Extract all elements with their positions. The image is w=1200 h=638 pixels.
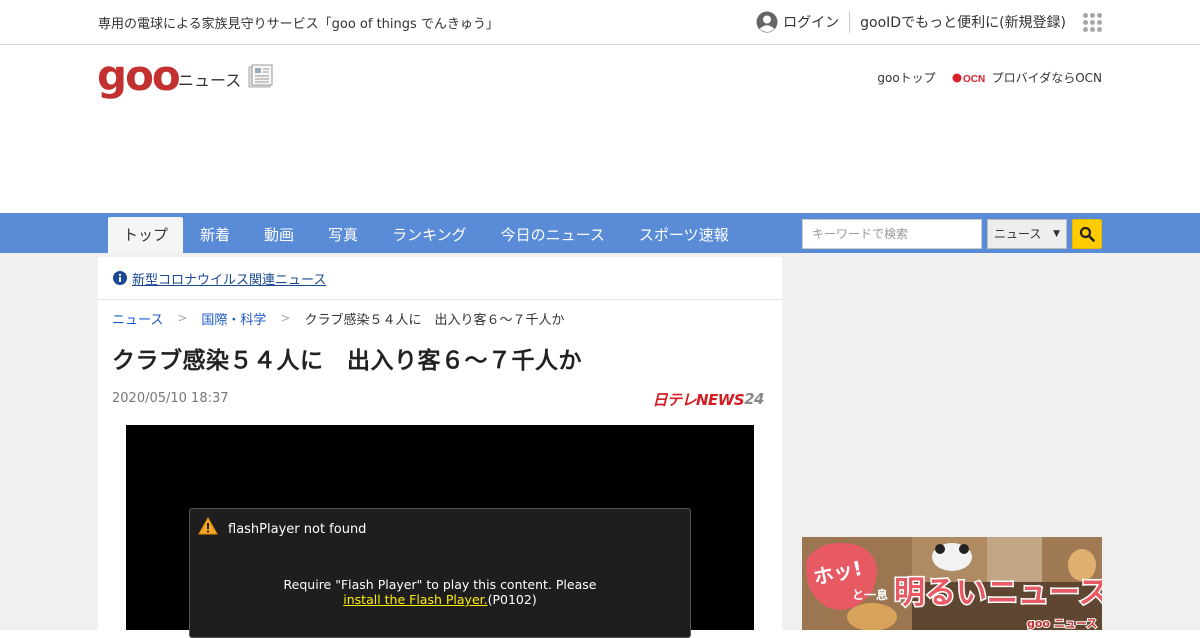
flash-error-message: Require "Flash Player" to play this cont…	[190, 577, 690, 607]
search-button[interactable]	[1072, 219, 1102, 249]
article-meta: 2020/05/10 18:37 日テレNEWS 24	[98, 387, 782, 427]
tab-today[interactable]: 今日のニュース	[484, 217, 622, 253]
breadcrumb-separator: >	[280, 311, 291, 325]
svg-text:OCN: OCN	[963, 74, 985, 85]
goo-logo[interactable]: goo	[97, 55, 181, 97]
info-icon	[113, 271, 127, 285]
main-nav: トップ 新着 動画 写真 ランキング 今日のニュース スポーツ速報 ニュース ▼	[0, 213, 1200, 253]
goo-top-link[interactable]: gooトップ	[877, 69, 935, 86]
article-title: クラブ感染５４人に 出入り客６～７千人か	[112, 348, 582, 374]
bright-news-banner-image: ホッ! と一息 明るいニュース goo ニュース	[802, 537, 1102, 630]
breadcrumb-separator: >	[177, 311, 188, 325]
flash-error-dialog: flashPlayer not found Require "Flash Pla…	[189, 508, 691, 638]
flash-error-title: flashPlayer not found	[228, 522, 367, 537]
account-area: ログイン gooIDでもっと便利に(新規登録)	[756, 9, 1102, 35]
tab-photo[interactable]: 写真	[311, 217, 375, 253]
source-logo[interactable]: 日テレNEWS 24	[652, 390, 764, 409]
login-button[interactable]: ログイン	[756, 11, 851, 33]
source-logo-main: 日テレNEWS	[652, 390, 745, 409]
register-link[interactable]: gooIDでもっと便利に(新規登録)	[850, 12, 1066, 32]
flash-error-code: (P0102)	[487, 592, 537, 607]
warning-icon	[198, 517, 218, 535]
search-scope-label: ニュース	[994, 227, 1042, 241]
breadcrumb-news[interactable]: ニュース	[112, 309, 163, 328]
corona-news-link[interactable]: 新型コロナウイルス関連ニュース	[132, 269, 326, 288]
svg-text:明るいニュース: 明るいニュース	[894, 575, 1102, 611]
install-flash-link[interactable]: install the Flash Player.	[343, 592, 487, 607]
tab-video[interactable]: 動画	[247, 217, 311, 253]
search-scope-select[interactable]: ニュース ▼	[987, 219, 1067, 249]
top-bar: 専用の電球による家族見守りサービス「goo of things でんきゅう」 ロ…	[0, 0, 1200, 45]
svg-text:と一息: と一息	[852, 587, 888, 602]
ocn-logo-icon: OCN	[952, 73, 985, 85]
header-links: gooトップ OCN プロバイダならOCN	[877, 69, 1102, 86]
promo-link[interactable]: 専用の電球による家族見守りサービス「goo of things でんきゅう」	[98, 13, 499, 32]
svg-text:goo ニュース: goo ニュース	[1027, 617, 1097, 630]
breadcrumb-category[interactable]: 国際・科学	[201, 309, 266, 328]
flash-error-line: Require "Flash Player" to play this cont…	[283, 577, 597, 592]
ad-space	[802, 269, 1102, 519]
newspaper-icon	[248, 64, 273, 88]
article-panel: 新型コロナウイルス関連ニュース ニュース > 国際・科学 > クラブ感染５４人に…	[98, 257, 782, 638]
source-logo-num: 24	[744, 390, 764, 408]
bright-news-banner[interactable]: ホッ! と一息 明るいニュース goo ニュース	[802, 537, 1102, 630]
user-icon	[756, 11, 778, 33]
search-icon	[1079, 226, 1095, 242]
breadcrumb-current: クラブ感染５４人に 出入り客６～７千人か	[304, 312, 565, 328]
search-input[interactable]	[802, 219, 982, 249]
breadcrumb: ニュース > 国際・科学 > クラブ感染５４人に 出入り客６～７千人か	[98, 300, 782, 336]
nav-tabs: トップ 新着 動画 写真 ランキング 今日のニュース スポーツ速報	[108, 217, 746, 253]
apps-grid-icon[interactable]	[1083, 12, 1102, 32]
caret-down-icon: ▼	[1053, 229, 1060, 239]
tab-top[interactable]: トップ	[108, 217, 184, 253]
tab-sports[interactable]: スポーツ速報	[622, 217, 746, 253]
ocn-link[interactable]: プロバイダならOCN	[992, 69, 1102, 86]
video-player[interactable]: flashPlayer not found Require "Flash Pla…	[126, 425, 754, 638]
login-label: ログイン	[783, 15, 840, 31]
publish-date: 2020/05/10 18:37	[112, 391, 229, 406]
news-section-title[interactable]: ニュース	[178, 67, 241, 91]
corona-notice: 新型コロナウイルス関連ニュース	[98, 257, 782, 300]
tab-ranking[interactable]: ランキング	[375, 217, 484, 253]
tab-new[interactable]: 新着	[183, 217, 247, 253]
